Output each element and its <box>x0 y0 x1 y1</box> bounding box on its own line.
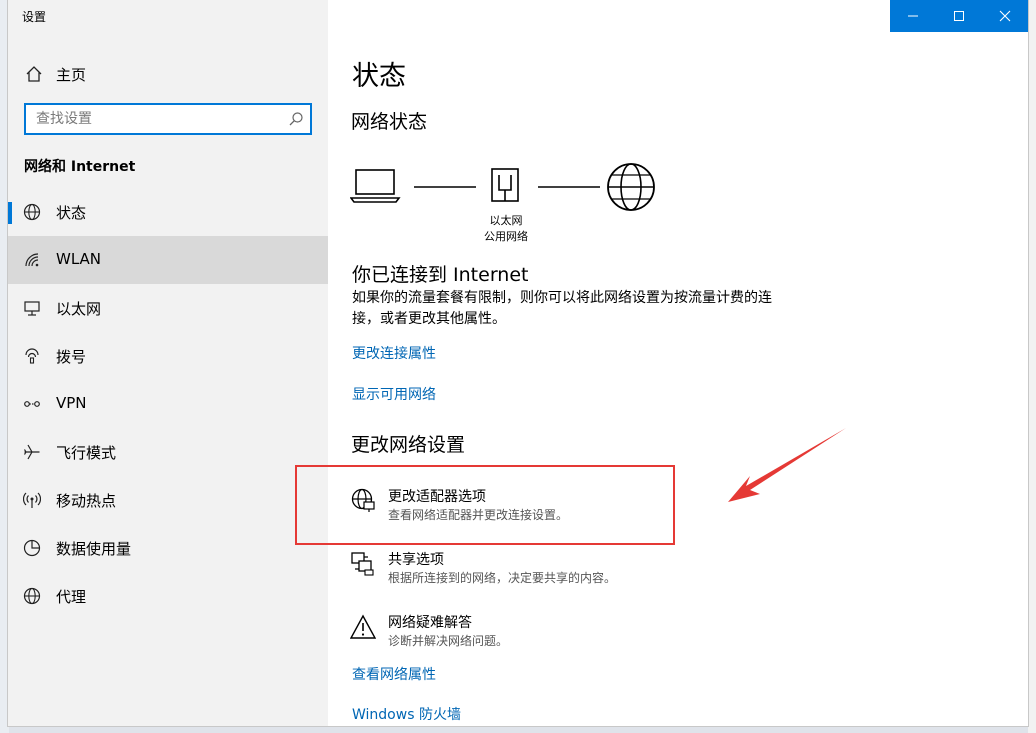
window-title: 设置 <box>22 10 47 24</box>
wifi-icon <box>25 253 39 267</box>
vpn-icon <box>24 401 40 407</box>
settings-window: 设置 主页 网络和 Internet 状态 <box>8 0 1028 726</box>
sidebar-item-ethernet[interactable]: 以太网 <box>8 284 328 332</box>
windows-firewall-link[interactable]: Windows 防火墙 <box>352 704 461 724</box>
change-settings-heading: 更改网络设置 <box>351 434 466 456</box>
dialup-icon <box>25 348 39 364</box>
home-label: 主页 <box>56 66 87 84</box>
sidebar-item-airplane[interactable]: 飞行模式 <box>8 428 328 476</box>
network-diagram: 以太网 公用网络 <box>349 160 660 250</box>
network-status-heading: 网络状态 <box>351 111 428 133</box>
view-network-properties-link[interactable]: 查看网络属性 <box>352 664 436 684</box>
network-type: 公用网络 <box>484 230 528 243</box>
sidebar-item-vpn[interactable]: VPN <box>8 380 328 428</box>
option-desc: 根据所连接到的网络，决定要共享的内容。 <box>388 571 617 585</box>
main-content: 状态 网络状态 以太网 公用网络 你已连接到 Internet 如果你的流量套餐… <box>328 0 1028 726</box>
data-usage-icon <box>23 539 41 557</box>
connected-title: 你已连接到 Internet <box>352 264 529 286</box>
sidebar-item-dialup[interactable]: 拨号 <box>8 332 328 380</box>
sidebar-item-label: 状态 <box>56 204 87 222</box>
sharing-icon <box>351 552 374 576</box>
sidebar-item-label: 数据使用量 <box>56 540 132 558</box>
sidebar-item-label: 拨号 <box>56 348 87 366</box>
sidebar-item-proxy[interactable]: 代理 <box>8 572 328 620</box>
sidebar-item-label: 以太网 <box>56 300 102 318</box>
option-title: 网络疑难解答 <box>388 615 472 631</box>
search-input[interactable] <box>26 105 286 133</box>
sidebar-item-hotspot[interactable]: 移动热点 <box>8 476 328 524</box>
network-diagram-graphic <box>349 163 655 211</box>
hotspot-icon <box>23 492 41 508</box>
globe-status-icon <box>23 203 41 221</box>
sharing-options-item[interactable]: 共享选项 根据所连接到的网络，决定要共享的内容。 <box>350 549 670 593</box>
sidebar-item-status[interactable]: 状态 <box>8 188 328 236</box>
sidebar-item-label: VPN <box>56 394 87 412</box>
sidebar-item-wlan[interactable]: WLAN <box>8 236 328 284</box>
proxy-globe-icon <box>23 587 41 605</box>
airplane-icon <box>23 444 40 460</box>
home-icon <box>26 66 42 82</box>
change-connection-properties-link[interactable]: 更改连接属性 <box>352 343 436 363</box>
ethernet-port-icon <box>491 168 519 202</box>
annotation-arrow-icon <box>728 428 846 502</box>
annotation-highlight-box <box>295 465 675 545</box>
search-box[interactable] <box>24 103 312 135</box>
option-title: 共享选项 <box>388 552 444 568</box>
sidebar-item-data-usage[interactable]: 数据使用量 <box>8 524 328 572</box>
internet-globe-icon <box>607 163 655 211</box>
sidebar-item-home[interactable]: 主页 <box>8 54 328 94</box>
search-icon <box>289 112 303 126</box>
sidebar: 设置 主页 网络和 Internet 状态 <box>8 0 328 726</box>
show-available-networks-link[interactable]: 显示可用网络 <box>352 384 436 404</box>
sidebar-item-label: 移动热点 <box>56 492 117 510</box>
sidebar-item-label: 代理 <box>56 588 87 606</box>
connected-description: 如果你的流量套餐有限制，则你可以将此网络设置为按流量计费的连接，或者更改其他属性… <box>352 290 772 327</box>
page-title: 状态 <box>352 61 406 92</box>
sidebar-section-title: 网络和 Internet <box>24 159 136 175</box>
background-window-strip-right <box>1028 0 1036 733</box>
warning-icon <box>350 614 376 639</box>
option-desc: 诊断并解决网络问题。 <box>388 634 509 648</box>
sidebar-item-label: WLAN <box>56 250 102 268</box>
adapter-name: 以太网 <box>489 214 523 227</box>
troubleshoot-item[interactable]: 网络疑难解答 诊断并解决网络问题。 <box>350 612 670 656</box>
selected-indicator <box>8 202 12 224</box>
sidebar-item-label: 飞行模式 <box>56 444 117 462</box>
ethernet-icon <box>24 301 40 316</box>
laptop-icon <box>349 169 401 203</box>
